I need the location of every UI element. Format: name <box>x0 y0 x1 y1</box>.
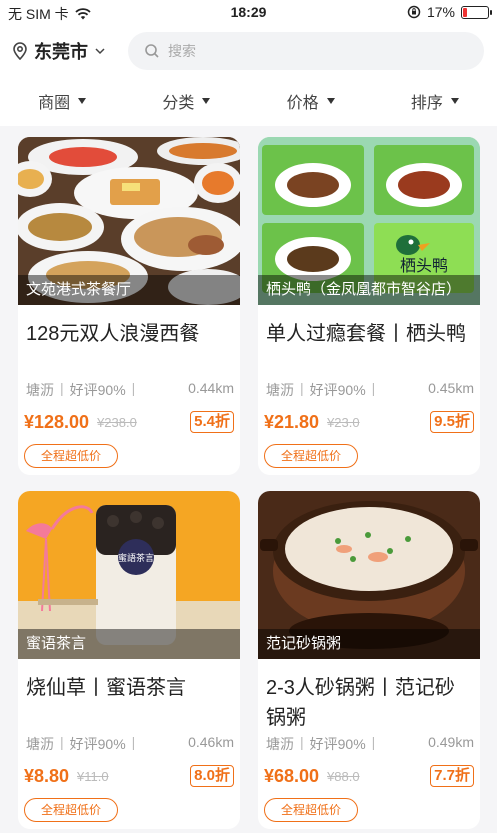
battery-percent: 17% <box>426 4 455 20</box>
price-row: ¥68.00 ¥88.0 7.7折 <box>264 765 474 787</box>
shop-name: 栖头鸭（金凤凰都市智谷店） <box>258 275 480 305</box>
location-pin-icon <box>13 42 27 60</box>
city-label: 东莞市 <box>34 42 88 62</box>
brand-logo-text: 栖头鸭 <box>400 256 448 275</box>
deal-price: ¥128.00 <box>24 411 90 432</box>
deal-meta: 塘沥 | 好评90% | 0.46km <box>26 734 234 754</box>
rating-label: 好评90% <box>309 382 366 398</box>
divider: | <box>131 734 136 750</box>
divider: | <box>60 734 64 750</box>
original-price: ¥11.0 <box>77 768 109 784</box>
divider: | <box>60 380 64 396</box>
filter-business-district[interactable]: 商圈 <box>0 76 124 126</box>
area-label: 塘沥 <box>266 382 294 398</box>
deal-card[interactable]: 栖头鸭 栖头鸭（金凤凰都市智谷店） 单人过瘾套餐丨栖头鸭 塘沥 | 好评90% … <box>258 137 480 475</box>
deal-price: ¥21.80 <box>264 411 320 432</box>
discount-badge: 8.0折 <box>190 765 234 787</box>
deal-meta: 塘沥 | 好评90% | 0.49km <box>266 734 474 754</box>
distance-label: 0.46km <box>188 734 234 750</box>
cup-logo-text: 蜜語茶言 <box>118 552 154 564</box>
promo-tag: 全程超低价 <box>24 444 119 468</box>
search-bar[interactable] <box>128 32 484 70</box>
divider: | <box>371 380 376 396</box>
search-input[interactable] <box>168 43 468 59</box>
discount-badge: 7.7折 <box>430 765 474 787</box>
rating-label: 好评90% <box>69 382 126 398</box>
filter-label: 分类 <box>162 95 195 112</box>
price-row: ¥8.80 ¥11.0 8.0折 <box>24 765 234 787</box>
deal-price: ¥8.80 <box>24 765 70 786</box>
filter-price[interactable]: 价格 <box>249 76 373 126</box>
divider: | <box>300 380 304 396</box>
distance-label: 0.49km <box>428 734 474 750</box>
deal-meta: 塘沥 | 好评90% | 0.44km <box>26 380 234 400</box>
promo-tag: 全程超低价 <box>264 798 359 822</box>
rating-label: 好评90% <box>309 736 366 752</box>
shop-name: 蜜语茶言 <box>18 629 240 659</box>
distance-label: 0.45km <box>428 380 474 396</box>
triangle-down-icon <box>78 98 87 104</box>
distance-label: 0.44km <box>188 380 234 396</box>
discount-badge: 5.4折 <box>190 411 234 433</box>
filter-label: 排序 <box>410 95 443 112</box>
triangle-down-icon <box>450 98 459 104</box>
status-bar: 无 SIM 卡 18:29 17% <box>0 0 497 26</box>
header: 东莞市 <box>0 26 497 76</box>
deal-card[interactable]: 文苑港式茶餐厅 128元双人浪漫西餐 塘沥 | 好评90% | 0.44km ¥… <box>18 137 240 475</box>
area-label: 塘沥 <box>26 736 54 752</box>
chevron-down-icon <box>95 48 105 55</box>
promo-tag: 全程超低价 <box>264 444 359 468</box>
deal-title: 2-3人砂锅粥丨范记砂锅粥 <box>266 677 455 729</box>
deal-card[interactable]: 蜜語茶言 蜜语茶言 烧仙草丨蜜语茶言 塘沥 | 好评90% | 0.46km ¥… <box>18 491 240 829</box>
area-label: 塘沥 <box>266 736 294 752</box>
original-price: ¥23.0 <box>327 414 360 430</box>
price-row: ¥21.80 ¥23.0 9.5折 <box>264 411 474 433</box>
shop-name: 范记砂锅粥 <box>258 629 480 659</box>
original-price: ¥238.0 <box>97 414 137 430</box>
shop-name: 文苑港式茶餐厅 <box>18 275 240 305</box>
filter-sort[interactable]: 排序 <box>373 76 497 126</box>
original-price: ¥88.0 <box>327 768 360 784</box>
deal-image: 栖头鸭 栖头鸭（金凤凰都市智谷店） <box>258 137 480 305</box>
deal-title: 单人过瘾套餐丨栖头鸭 <box>266 323 466 345</box>
filter-label: 价格 <box>286 95 319 112</box>
battery-fill <box>463 7 467 17</box>
deal-image: 蜜語茶言 蜜语茶言 <box>18 491 240 659</box>
price-row: ¥128.00 ¥238.0 5.4折 <box>24 411 234 433</box>
status-right: 17% <box>407 4 492 20</box>
rating-label: 好评90% <box>69 736 126 752</box>
filter-label: 商圈 <box>38 95 71 112</box>
divider: | <box>300 734 304 750</box>
deal-image: 范记砂锅粥 <box>258 491 480 659</box>
promo-tag: 全程超低价 <box>24 798 119 822</box>
triangle-down-icon <box>202 98 211 104</box>
divider: | <box>131 380 136 396</box>
filter-bar: 商圈 分类 价格 排序 <box>0 76 497 126</box>
battery-icon <box>461 5 492 19</box>
deal-price: ¥68.00 <box>264 765 320 786</box>
orientation-lock-icon <box>407 5 421 19</box>
search-icon <box>145 44 159 58</box>
location-selector[interactable]: 东莞市 <box>12 38 106 64</box>
deal-title: 烧仙草丨蜜语茶言 <box>26 677 186 699</box>
area-label: 塘沥 <box>26 382 54 398</box>
deal-title: 128元双人浪漫西餐 <box>26 323 200 345</box>
triangle-down-icon <box>326 98 335 104</box>
discount-badge: 9.5折 <box>430 411 474 433</box>
filter-category[interactable]: 分类 <box>124 76 248 126</box>
divider: | <box>371 734 376 750</box>
deal-meta: 塘沥 | 好评90% | 0.45km <box>266 380 474 400</box>
deal-image: 文苑港式茶餐厅 <box>18 137 240 305</box>
deal-card[interactable]: 范记砂锅粥 2-3人砂锅粥丨范记砂锅粥 塘沥 | 好评90% | 0.49km … <box>258 491 480 829</box>
